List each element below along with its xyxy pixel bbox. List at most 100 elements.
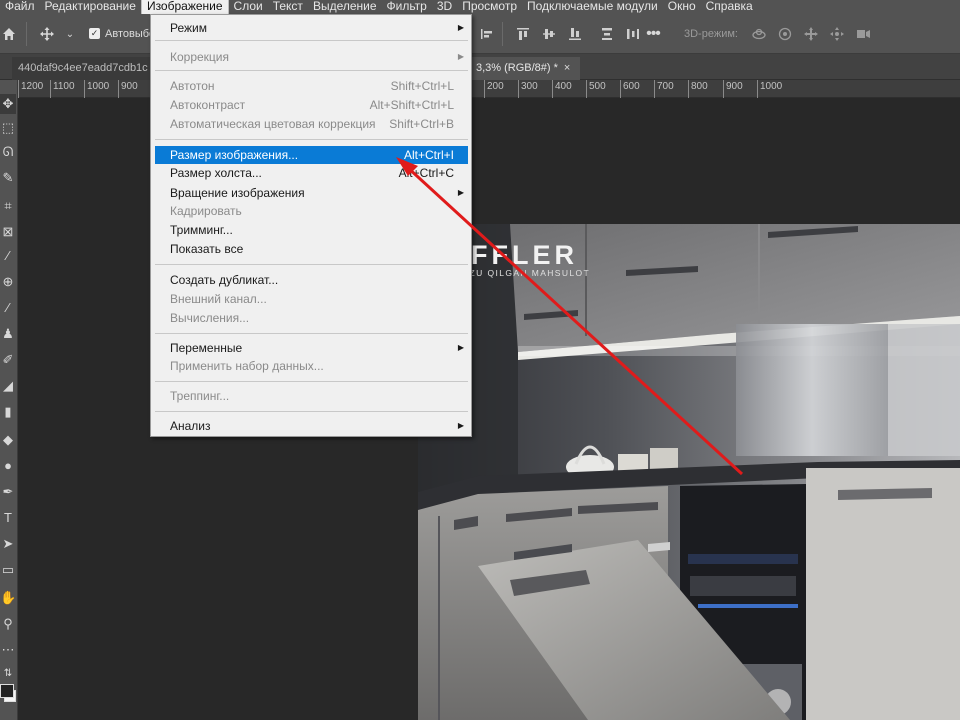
menu-3d[interactable]: 3D (432, 0, 457, 14)
blur-tool-icon[interactable]: ◆ (0, 430, 16, 450)
menu-item-apply-dataset[interactable]: Применить набор данных... (155, 357, 468, 375)
options-bar: ⌄ ✓ Автовыбо ••• 3D-режим: (0, 14, 960, 54)
healing-brush-tool-icon[interactable]: ⊕ (0, 272, 16, 292)
menu-item-label: Коррекция (170, 50, 230, 64)
document-tab[interactable]: 440daf9c4ee7eadd7cdb1c (12, 57, 152, 80)
auto-select-checkbox[interactable]: ✓ (89, 28, 100, 39)
menu-item-trim[interactable]: Тримминг... (155, 221, 468, 239)
more-options-icon[interactable]: ••• (644, 25, 662, 43)
menu-item-variables[interactable]: Переменные ▶ (155, 339, 468, 357)
separator (26, 22, 27, 46)
eyedropper-tool-icon[interactable]: ⁄ (0, 246, 16, 266)
3d-slide-icon[interactable] (828, 25, 846, 43)
submenu-arrow-icon: ▶ (457, 343, 464, 352)
menu-item-canvas-size[interactable]: Размер холста... Alt+Ctrl+C (155, 164, 468, 182)
move-tool-icon[interactable]: ✥ (0, 94, 16, 114)
align-left-icon[interactable] (478, 25, 496, 43)
menu-item-image-size[interactable]: Размер изображения... Alt+Ctrl+I (155, 146, 468, 164)
swap-colors-icon[interactable]: ⇅ (0, 664, 16, 684)
menu-separator (155, 411, 468, 412)
menu-plugins[interactable]: Подключаемые модули (522, 0, 663, 14)
quick-select-tool-icon[interactable]: ✎ (0, 168, 16, 188)
path-select-tool-icon[interactable]: ➤ (0, 534, 16, 554)
menu-item-reveal-all[interactable]: Показать все (155, 240, 468, 258)
distribute-icon[interactable] (598, 25, 616, 43)
type-tool-icon[interactable]: T (0, 508, 16, 528)
ruler-tick: 900 (118, 80, 138, 98)
align-top-icon[interactable] (514, 25, 532, 43)
menu-window[interactable]: Окно (663, 0, 701, 14)
gradient-tool-icon[interactable]: ▮ (0, 402, 16, 422)
more-tools-icon[interactable]: ⋯ (0, 640, 16, 660)
menu-item-auto-color[interactable]: Автоматическая цветовая коррекция Shift+C… (155, 115, 468, 133)
menu-bar: Файл Редактирование Изображение Слои Тек… (0, 0, 960, 14)
document-tab-active[interactable]: 3,3% (RGB/8#) * × (470, 57, 580, 80)
menu-edit[interactable]: Редактирование (40, 0, 141, 14)
chevron-down-icon[interactable]: ⌄ (61, 25, 79, 43)
menu-item-label: Вращение изображения (170, 186, 305, 200)
zoom-tool-icon[interactable]: ⚲ (0, 614, 16, 634)
move-tool-icon[interactable] (38, 25, 56, 43)
menu-item-auto-contrast[interactable]: Автоконтраст Alt+Shift+Ctrl+L (155, 96, 468, 114)
menu-view[interactable]: Просмотр (457, 0, 522, 14)
lasso-tool-icon[interactable]: ᘏ (0, 142, 16, 162)
menu-item-analysis[interactable]: Анализ ▶ (155, 417, 468, 435)
frame-tool-icon[interactable]: ⊠ (0, 222, 16, 242)
menu-layers[interactable]: Слои (229, 0, 268, 14)
menu-text[interactable]: Текст (268, 0, 308, 14)
3d-orbit-icon[interactable] (750, 25, 768, 43)
menu-item-mode[interactable]: Режим ▶ (155, 19, 468, 37)
menu-item-label: Вычисления... (170, 311, 250, 325)
menu-file[interactable]: Файл (0, 0, 40, 14)
menu-image[interactable]: Изображение (140, 0, 229, 14)
3d-roll-icon[interactable] (776, 25, 794, 43)
pen-tool-icon[interactable]: ✒ (0, 482, 16, 502)
menu-select[interactable]: Выделение (308, 0, 382, 14)
tab-title: 3,3% (RGB/8#) * (476, 62, 558, 74)
menu-item-calculations[interactable]: Вычисления... (155, 309, 468, 327)
rectangle-tool-icon[interactable]: ▭ (0, 560, 16, 580)
dodge-tool-icon[interactable]: ● (0, 456, 16, 476)
home-icon[interactable] (0, 25, 18, 43)
submenu-arrow-icon: ▶ (457, 188, 464, 197)
close-icon[interactable]: × (564, 62, 570, 74)
auto-select-label: Автовыбо (105, 28, 156, 40)
menu-item-duplicate[interactable]: Создать дубликат... (155, 271, 468, 289)
menu-separator (155, 40, 468, 41)
align-vcenter-icon[interactable] (540, 25, 558, 43)
menu-item-apply-image[interactable]: Внешний канал... (155, 290, 468, 308)
menu-item-label: Тримминг... (170, 223, 233, 237)
menu-help[interactable]: Справка (701, 0, 758, 14)
menu-item-label: Размер изображения... (170, 148, 299, 162)
ruler-tick: 1000 (757, 80, 782, 98)
menu-separator (155, 264, 468, 265)
menu-item-shortcut: Shift+Ctrl+B (389, 117, 454, 131)
menu-item-adjustments[interactable]: Коррекция ▶ (155, 48, 468, 66)
history-brush-tool-icon[interactable]: ✐ (0, 350, 16, 370)
brand-tagline: ORZU QILGAN MAHSULOT (454, 268, 591, 278)
submenu-arrow-icon: ▶ (457, 421, 464, 430)
menu-item-label: Применить набор данных... (170, 359, 324, 373)
menu-item-label: Кадрировать (170, 204, 242, 218)
menu-filter[interactable]: Фильтр (382, 0, 432, 14)
ruler-tick: 200 (484, 80, 504, 98)
menu-item-label: Внешний канал... (170, 292, 267, 306)
distribute-horizontal-icon[interactable] (624, 25, 642, 43)
menu-item-image-rotation[interactable]: Вращение изображения ▶ (155, 184, 468, 202)
foreground-color-swatch[interactable] (0, 684, 14, 698)
menu-item-crop[interactable]: Кадрировать (155, 202, 468, 220)
3d-scale-icon[interactable] (854, 25, 872, 43)
menu-item-trap[interactable]: Треппинг... (155, 387, 468, 405)
marquee-tool-icon[interactable]: ⬚ (0, 118, 16, 138)
brush-tool-icon[interactable]: ⁄ (0, 298, 16, 318)
ruler-tick: 600 (620, 80, 640, 98)
clone-stamp-tool-icon[interactable]: ♟ (0, 324, 16, 344)
3d-pan-icon[interactable] (802, 25, 820, 43)
menu-item-auto-tone[interactable]: Автотон Shift+Ctrl+L (155, 77, 468, 95)
eraser-tool-icon[interactable]: ◢ (0, 376, 16, 396)
align-bottom-icon[interactable] (566, 25, 584, 43)
hand-tool-icon[interactable]: ✋ (0, 588, 16, 608)
menu-item-label: Анализ (170, 419, 211, 433)
tab-title: 440daf9c4ee7eadd7cdb1c (18, 62, 148, 74)
crop-tool-icon[interactable]: ⌗ (0, 196, 16, 216)
